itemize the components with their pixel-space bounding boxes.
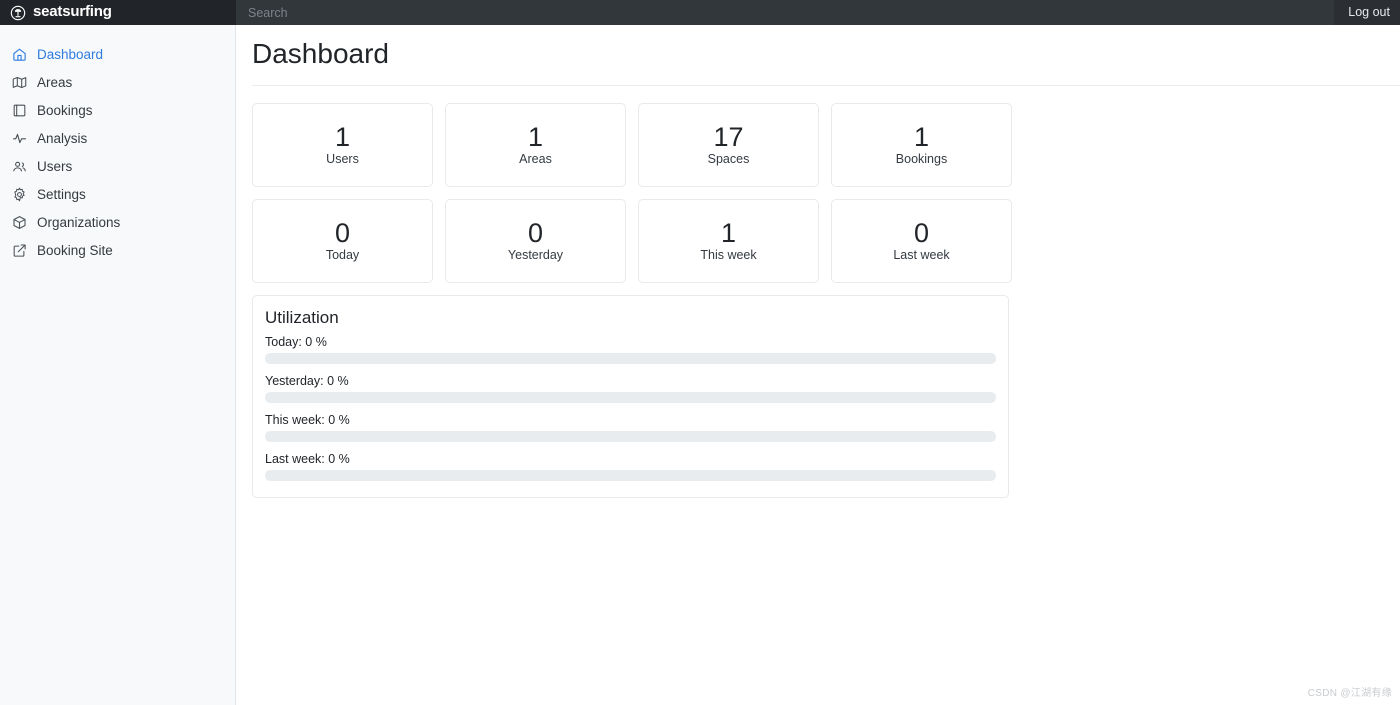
stat-label: Areas xyxy=(519,151,552,166)
stats-row-period: 0 Today 0 Yesterday 1 This week 0 Last w… xyxy=(252,198,1388,283)
search-input[interactable] xyxy=(236,0,1335,25)
stat-value: 1 xyxy=(913,121,930,152)
sidebar-item-bookings[interactable]: Bookings xyxy=(0,96,235,124)
utilization-label: Today: 0 % xyxy=(265,334,327,349)
stat-label: Yesterday xyxy=(507,247,564,262)
sidebar-item-label: Analysis xyxy=(37,130,88,146)
activity-icon xyxy=(13,133,26,143)
sidebar-item-label: Areas xyxy=(37,74,73,90)
utilization-progress-bar xyxy=(265,391,996,403)
stat-card-users[interactable]: 1 Users xyxy=(252,102,433,187)
brand[interactable]: seatsurfing xyxy=(0,0,236,25)
utilization-title: Utilization xyxy=(265,307,339,327)
utilization-label: Last week: 0 % xyxy=(265,451,350,466)
stat-card-areas[interactable]: 1 Areas xyxy=(445,102,626,187)
stat-card-today[interactable]: 0 Today xyxy=(252,198,433,283)
sidebar-item-booking-site[interactable]: Booking Site xyxy=(0,236,235,264)
stat-label: Bookings xyxy=(895,151,948,166)
title-divider xyxy=(252,84,1400,86)
stat-value: 0 xyxy=(527,217,544,248)
top-bar: seatsurfing Log out xyxy=(0,0,1400,25)
map-icon xyxy=(12,76,27,88)
stat-card-last-week[interactable]: 0 Last week xyxy=(831,198,1012,283)
stat-value: 1 xyxy=(527,121,544,152)
brand-name: seatsurfing xyxy=(33,3,112,20)
stat-value: 0 xyxy=(334,217,351,248)
stat-card-bookings[interactable]: 1 Bookings xyxy=(831,102,1012,187)
utilization-progress-bar xyxy=(265,352,996,364)
home-icon xyxy=(13,48,26,61)
seatsurfing-logo-icon xyxy=(10,5,26,20)
utilization-card: Utilization Today: 0 % Yesterday: 0 % Th… xyxy=(252,294,1009,498)
sidebar: Dashboard Areas Bookings Analysis Users … xyxy=(0,25,236,705)
utilization-label: This week: 0 % xyxy=(265,412,350,427)
stat-label: Last week xyxy=(893,247,950,262)
dashboard-page: seatsurfing Log out Dashboard Areas xyxy=(0,0,1400,705)
stat-label: Users xyxy=(326,151,359,166)
utilization-row-this-week: This week: 0 % xyxy=(265,413,996,442)
stat-label: Today xyxy=(325,247,360,262)
stat-value: 1 xyxy=(720,217,737,248)
book-icon xyxy=(13,104,26,116)
utilization-row-yesterday: Yesterday: 0 % xyxy=(265,374,996,403)
sidebar-item-label: Organizations xyxy=(37,214,121,230)
sidebar-item-label: Users xyxy=(37,158,73,174)
sidebar-item-analysis[interactable]: Analysis xyxy=(0,124,235,152)
utilization-progress-bar xyxy=(265,430,996,442)
stat-label: Spaces xyxy=(707,151,750,166)
sidebar-item-label: Dashboard xyxy=(37,46,104,62)
sidebar-item-users[interactable]: Users xyxy=(0,152,235,180)
sidebar-item-areas[interactable]: Areas xyxy=(0,68,235,96)
utilization-row-last-week: Last week: 0 % xyxy=(265,452,996,481)
stats-row-primary: 1 Users 1 Areas 17 Spaces 1 Bookings xyxy=(252,102,1388,187)
external-link-icon xyxy=(13,243,26,257)
main-content: Dashboard 1 Users 1 Areas 17 Spaces 1 Bo… xyxy=(237,25,1400,705)
stat-value: 1 xyxy=(334,121,351,152)
utilization-label: Yesterday: 0 % xyxy=(265,373,349,388)
stat-value: 17 xyxy=(713,121,744,152)
search-field[interactable] xyxy=(236,0,1335,25)
stat-label: This week xyxy=(700,247,757,262)
sidebar-item-organizations[interactable]: Organizations xyxy=(0,208,235,236)
box-icon xyxy=(13,215,26,229)
sidebar-item-label: Bookings xyxy=(37,102,93,118)
stat-card-spaces[interactable]: 17 Spaces xyxy=(638,102,819,187)
stat-card-this-week[interactable]: 1 This week xyxy=(638,198,819,283)
gear-icon xyxy=(14,187,25,201)
logout-button[interactable]: Log out xyxy=(1334,0,1400,24)
watermark: CSDN @江湖有缘 xyxy=(1307,688,1392,699)
sidebar-item-label: Booking Site xyxy=(37,242,113,258)
stat-value: 0 xyxy=(913,217,930,248)
page-title: Dashboard xyxy=(252,38,389,69)
sidebar-item-dashboard[interactable]: Dashboard xyxy=(0,40,235,68)
sidebar-item-label: Settings xyxy=(37,186,86,202)
utilization-row-today: Today: 0 % xyxy=(265,335,996,364)
stat-card-yesterday[interactable]: 0 Yesterday xyxy=(445,198,626,283)
users-icon xyxy=(13,161,26,171)
sidebar-item-settings[interactable]: Settings xyxy=(0,180,235,208)
utilization-progress-bar xyxy=(265,469,996,481)
